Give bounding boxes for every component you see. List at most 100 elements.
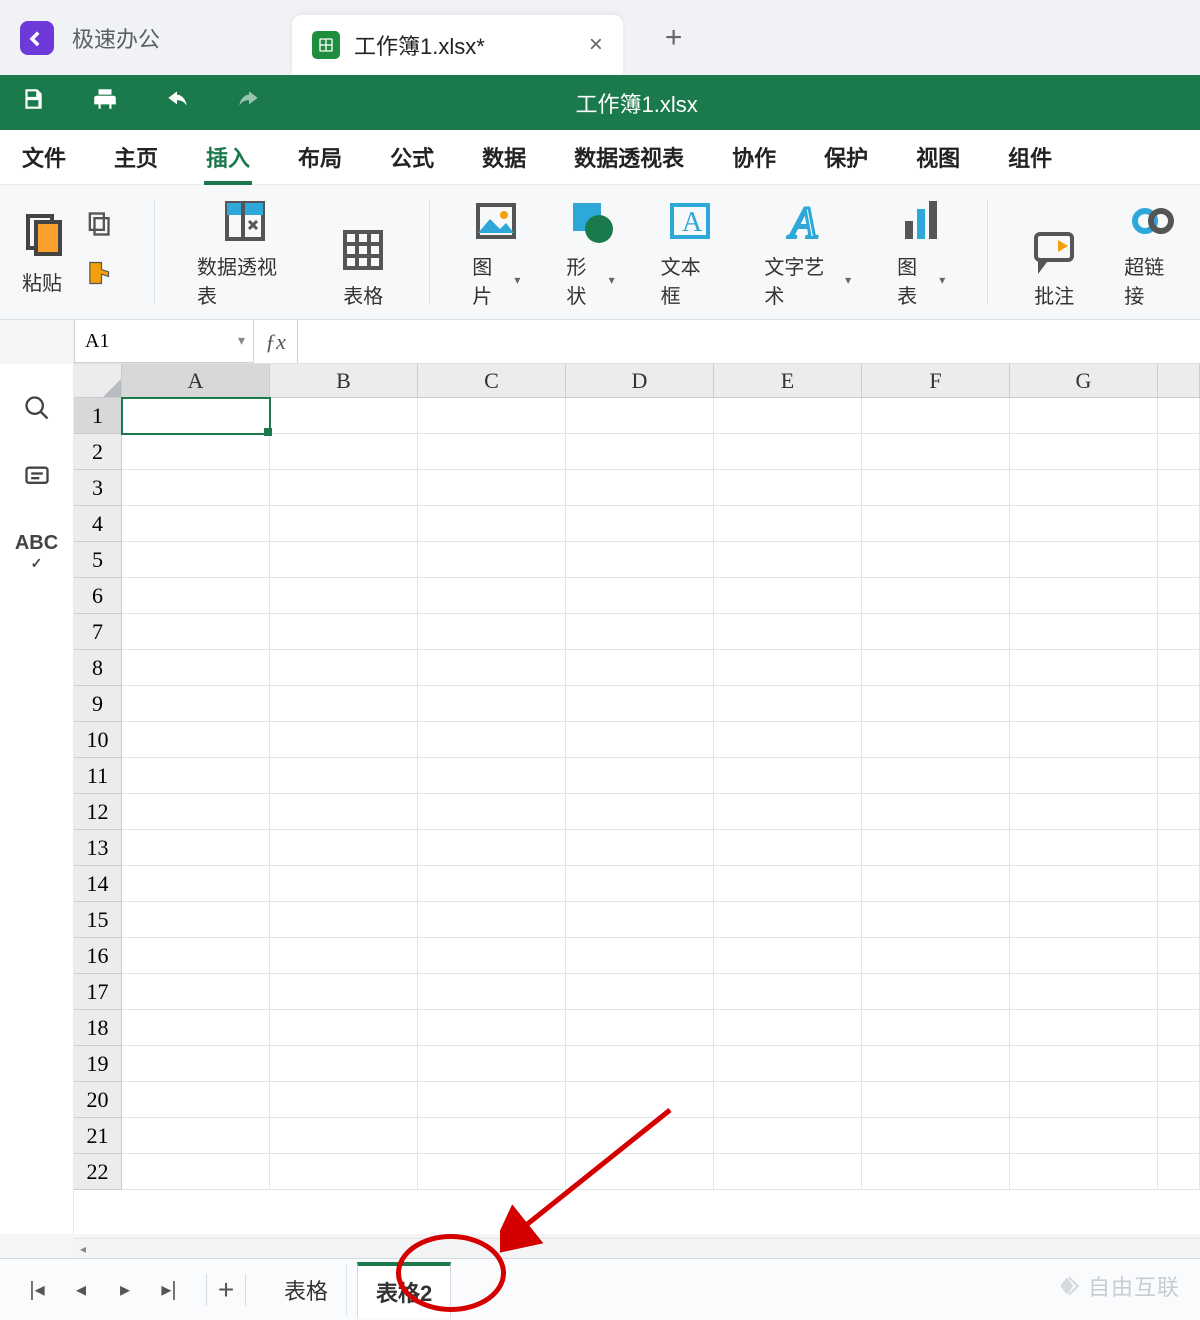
row-header-15[interactable]: 15 [74,902,122,938]
menu-插入[interactable]: 插入 [204,131,252,183]
cell-E19[interactable] [714,1046,862,1082]
cell-A15[interactable] [122,902,270,938]
cell-A12[interactable] [122,794,270,830]
cell-B5[interactable] [270,542,418,578]
last-sheet-icon[interactable]: ▸| [152,1277,186,1302]
scroll-left-icon[interactable]: ◂ [80,1243,90,1255]
cell-A17[interactable] [122,974,270,1010]
cell-C12[interactable] [418,794,566,830]
cell-B1[interactable] [270,398,418,434]
cell-A8[interactable] [122,650,270,686]
cell-C21[interactable] [418,1118,566,1154]
cell-F19[interactable] [862,1046,1010,1082]
cell-G6[interactable] [1010,578,1158,614]
cell-F17[interactable] [862,974,1010,1010]
cell-C20[interactable] [418,1082,566,1118]
cell-D6[interactable] [566,578,714,614]
menu-数据透视表[interactable]: 数据透视表 [572,131,686,183]
cell-G17[interactable] [1010,974,1158,1010]
cell-G2[interactable] [1010,434,1158,470]
cell-G15[interactable] [1010,902,1158,938]
cell-B16[interactable] [270,938,418,974]
chart-button[interactable]: 图表▾ [893,195,949,309]
cell-F6[interactable] [862,578,1010,614]
cell-A3[interactable] [122,470,270,506]
cell-B22[interactable] [270,1154,418,1190]
cell-E15[interactable] [714,902,862,938]
cell-A1[interactable] [122,398,270,434]
cell-D2[interactable] [566,434,714,470]
cell-F3[interactable] [862,470,1010,506]
row-header-2[interactable]: 2 [74,434,122,470]
cell-E4[interactable] [714,506,862,542]
cell-extra[interactable] [1158,722,1200,758]
comments-panel-icon[interactable] [23,463,51,498]
cell-C15[interactable] [418,902,566,938]
cell-B11[interactable] [270,758,418,794]
row-header-22[interactable]: 22 [74,1154,122,1190]
cell-D17[interactable] [566,974,714,1010]
row-header-6[interactable]: 6 [74,578,122,614]
cell-E14[interactable] [714,866,862,902]
cell-E18[interactable] [714,1010,862,1046]
spellcheck-icon[interactable]: ABC✓ [15,532,58,572]
cell-F21[interactable] [862,1118,1010,1154]
cell-F16[interactable] [862,938,1010,974]
cell-extra[interactable] [1158,758,1200,794]
cell-D13[interactable] [566,830,714,866]
menu-协作[interactable]: 协作 [730,131,778,183]
next-sheet-icon[interactable]: ▸ [108,1277,142,1302]
cell-B13[interactable] [270,830,418,866]
cell-B10[interactable] [270,722,418,758]
cell-G11[interactable] [1010,758,1158,794]
cell-F18[interactable] [862,1010,1010,1046]
paste-icon[interactable] [18,208,66,261]
cell-C10[interactable] [418,722,566,758]
cell-B4[interactable] [270,506,418,542]
cell-G10[interactable] [1010,722,1158,758]
cell-extra[interactable] [1158,542,1200,578]
cell-F12[interactable] [862,794,1010,830]
cell-D9[interactable] [566,686,714,722]
cell-C22[interactable] [418,1154,566,1190]
cell-extra[interactable] [1158,1154,1200,1190]
cell-F8[interactable] [862,650,1010,686]
cell-D20[interactable] [566,1082,714,1118]
add-sheet-button[interactable]: + [206,1274,246,1306]
cell-D3[interactable] [566,470,714,506]
cell-G1[interactable] [1010,398,1158,434]
cell-G22[interactable] [1010,1154,1158,1190]
cell-A10[interactable] [122,722,270,758]
cell-extra[interactable] [1158,470,1200,506]
menu-组件[interactable]: 组件 [1006,131,1054,183]
cell-G19[interactable] [1010,1046,1158,1082]
first-sheet-icon[interactable]: |◂ [20,1277,54,1302]
row-header-13[interactable]: 13 [74,830,122,866]
cell-A9[interactable] [122,686,270,722]
column-header-G[interactable]: G [1010,364,1158,398]
cell-C16[interactable] [418,938,566,974]
cell-C7[interactable] [418,614,566,650]
cell-A7[interactable] [122,614,270,650]
cell-G8[interactable] [1010,650,1158,686]
cell-A18[interactable] [122,1010,270,1046]
image-button[interactable]: 图片▾ [468,195,524,309]
cell-A6[interactable] [122,578,270,614]
format-painter-icon[interactable] [84,259,112,294]
cell-G9[interactable] [1010,686,1158,722]
cell-B18[interactable] [270,1010,418,1046]
search-icon[interactable] [23,394,51,429]
cell-extra[interactable] [1158,398,1200,434]
cell-E12[interactable] [714,794,862,830]
cell-G7[interactable] [1010,614,1158,650]
hyperlink-button[interactable]: 超链接 [1120,195,1186,309]
cell-B21[interactable] [270,1118,418,1154]
cell-G14[interactable] [1010,866,1158,902]
cell-extra[interactable] [1158,650,1200,686]
cell-F1[interactable] [862,398,1010,434]
menu-公式[interactable]: 公式 [388,131,436,183]
cell-F7[interactable] [862,614,1010,650]
cell-G18[interactable] [1010,1010,1158,1046]
cell-E7[interactable] [714,614,862,650]
row-header-11[interactable]: 11 [74,758,122,794]
